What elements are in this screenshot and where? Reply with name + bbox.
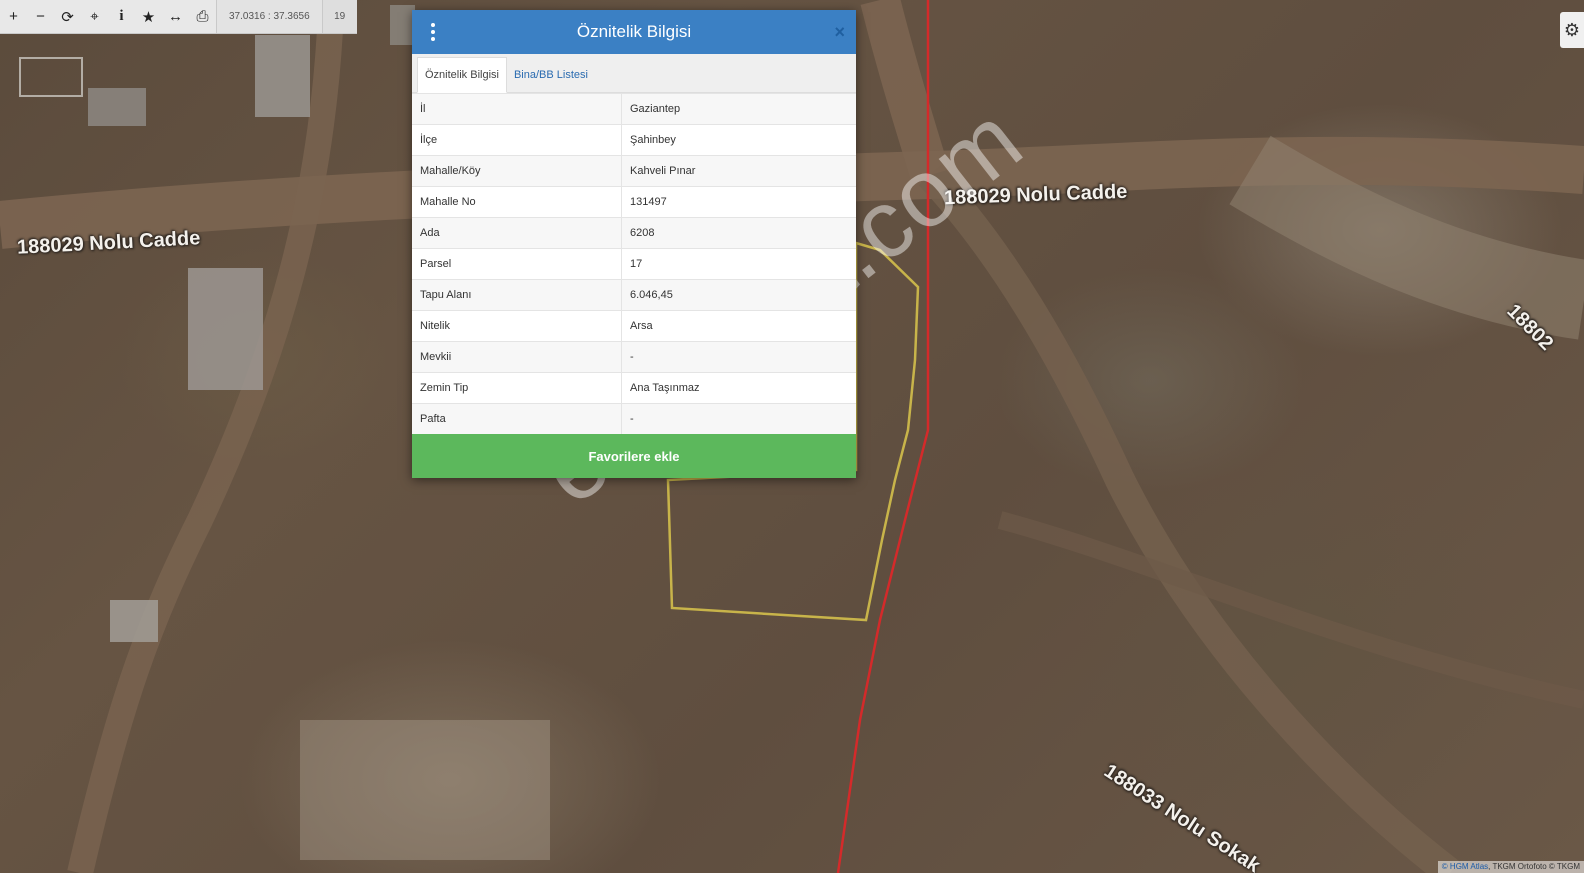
attribute-key: İlçe [412,124,622,156]
zoom-out-button[interactable]: − [27,0,54,33]
attribute-value: Arsa [621,310,856,342]
table-row: Mahalle No 131497 [412,186,856,218]
close-icon[interactable]: × [834,22,845,43]
attribute-value: Şahinbey [621,124,856,156]
attribute-table: İl Gaziantep İlçe Şahinbey Mahalle/Köy Kahvel… [412,93,856,434]
refresh-icon: ⟳ [61,8,74,26]
attribution-link[interactable]: © HGM Atlas [1442,862,1488,871]
building [19,57,83,97]
popup-tabs: Öznitelik Bilgisi Bina/BB Listesi [412,54,856,93]
star-icon: ★ [141,8,156,26]
attribution-text: , TKGM Ortofoto © TKGM [1488,862,1580,871]
popup-header: Öznitelik Bilgisi × [412,10,856,54]
print-icon: ⎙ [196,8,209,25]
attribute-key: İl [412,93,622,125]
plus-icon: + [9,8,18,25]
locate-button[interactable]: ⌖ [81,0,108,33]
map-toolbar: + − ⟳ ⌖ i ★ ↔ ⎙ 37.0316 : 37.3656 19 [0,0,357,34]
table-row: Parsel 17 [412,248,856,280]
tab-attribute-info[interactable]: Öznitelik Bilgisi [417,57,507,93]
minus-icon: − [36,8,45,25]
table-row: Pafta - [412,403,856,434]
attribute-key: Nitelik [412,310,622,342]
table-row: Zemin Tip Ana Taşınmaz [412,372,856,404]
info-icon: i [119,8,124,24]
zoom-in-button[interactable]: + [0,0,27,33]
attribute-value: 6208 [621,217,856,249]
attribute-value: - [621,341,856,373]
table-row: İl Gaziantep [412,93,856,125]
attribute-key: Parsel [412,248,622,280]
attribute-key: Zemin Tip [412,372,622,404]
table-row: Mevkii - [412,341,856,373]
attribute-key: Mevkii [412,341,622,373]
settings-button[interactable]: ⚙ [1560,12,1584,48]
measure-icon: ↔ [168,8,183,25]
attribute-value: 6.046,45 [621,279,856,311]
locate-icon: ⌖ [90,8,99,25]
building [188,268,263,390]
attribute-key: Tapu Alanı [412,279,622,311]
attribute-popup: Öznitelik Bilgisi × Öznitelik Bilgisi Bi… [412,10,856,478]
attribute-key: Mahalle/Köy [412,155,622,187]
attribute-value: Gaziantep [621,93,856,125]
table-row: İlçe Şahinbey [412,124,856,156]
popup-title: Öznitelik Bilgisi [576,22,692,41]
building [88,88,146,126]
attribute-value: - [621,403,856,434]
info-button[interactable]: i [108,0,135,33]
table-row: Ada 6208 [412,217,856,249]
attribute-value: Ana Taşınmaz [621,372,856,404]
coordinate-readout: 37.0316 : 37.3656 [216,0,322,33]
table-row: Mahalle/Köy Kahveli Pınar [412,155,856,187]
zoom-level: 19 [321,0,357,33]
table-row: Tapu Alanı 6.046,45 [412,279,856,311]
tab-building-list[interactable]: Bina/BB Listesi [507,58,595,92]
building [255,35,310,117]
menu-dots-icon[interactable] [428,23,438,41]
attribute-value: 131497 [621,186,856,218]
building [110,600,158,642]
attribute-key: Ada [412,217,622,249]
print-button[interactable]: ⎙ [189,0,216,33]
building [300,720,550,860]
attribute-key: Pafta [412,403,622,434]
map-attribution: © HGM Atlas, TKGM Ortofoto © TKGM [1437,861,1584,873]
measure-button[interactable]: ↔ [162,0,189,33]
attribute-value: 17 [621,248,856,280]
gear-icon: ⚙ [1563,19,1581,40]
attribute-key: Mahalle No [412,186,622,218]
attribute-value: Kahveli Pınar [621,155,856,187]
refresh-button[interactable]: ⟳ [54,0,81,33]
add-to-favorites-button[interactable]: Favorilere ekle [412,434,856,478]
favorite-button[interactable]: ★ [135,0,162,33]
table-row: Nitelik Arsa [412,310,856,342]
